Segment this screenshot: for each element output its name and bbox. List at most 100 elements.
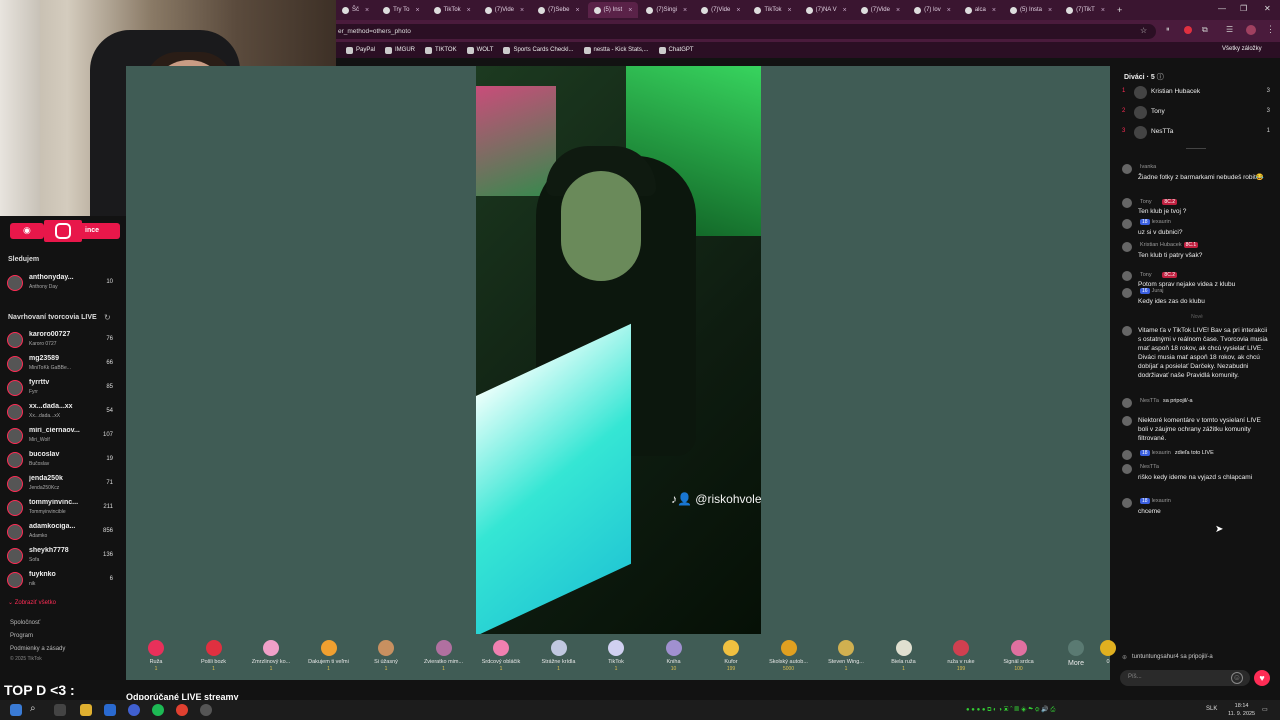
new-tab-icon[interactable]: + — [1117, 5, 1122, 15]
creator-item[interactable]: sheykh7778 Sofa 136 — [7, 545, 115, 567]
tab-close-icon[interactable]: × — [365, 7, 369, 14]
chat-username[interactable]: 18 lexaurin zdieľa toto LIVE — [1138, 450, 1214, 456]
top-viewer[interactable]: 3 NesTTa 1 — [1120, 124, 1274, 142]
bookmark-item[interactable]: WOLT — [466, 46, 493, 54]
chat-username[interactable]: Tony 8C.2 — [1138, 271, 1177, 278]
tab-close-icon[interactable]: × — [520, 7, 524, 14]
discord-icon[interactable] — [128, 704, 140, 716]
tab-close-icon[interactable]: × — [992, 7, 996, 14]
browser-tab[interactable]: (7)NA V × — [800, 2, 853, 18]
gift-item[interactable]: TikTok 1 — [588, 640, 644, 676]
tab-close-icon[interactable]: × — [788, 7, 792, 14]
creator-item[interactable]: karoro00727 Karoro 0727 76 — [7, 329, 115, 351]
bookmark-item[interactable]: PayPal — [346, 46, 375, 54]
footer-link[interactable]: Program — [10, 633, 33, 639]
browser-tab[interactable]: TikTok × — [428, 2, 477, 18]
minimize-icon[interactable]: — — [1218, 4, 1226, 13]
creator-item[interactable]: xx...dada...xx Xx...dada...xX 54 — [7, 401, 115, 423]
tab-close-icon[interactable]: × — [843, 7, 847, 14]
refresh-icon[interactable]: ↻ — [104, 313, 111, 322]
url-field[interactable]: er_method=others_photo — [336, 24, 1156, 39]
show-all-link[interactable]: ⌄ Zobraziť všetko — [8, 599, 56, 606]
tab-close-icon[interactable]: × — [1048, 7, 1052, 14]
browser-tab[interactable]: TikTok × — [748, 2, 797, 18]
bookmark-item[interactable]: TIKTOK — [425, 46, 457, 54]
windows-start-icon[interactable] — [10, 704, 22, 716]
creator-item[interactable]: bucoslav Bučoslav 19 — [7, 449, 115, 471]
gift-item[interactable]: Zmrzlinový ko... 1 — [243, 640, 299, 676]
tab-close-icon[interactable]: × — [467, 7, 471, 14]
spotify-icon[interactable] — [152, 704, 164, 716]
obs-icon[interactable] — [200, 704, 212, 716]
browser-tab[interactable]: (7)Vide × — [479, 2, 530, 18]
chat-username[interactable]: 18 lexaurin — [1138, 498, 1171, 504]
language-indicator[interactable]: SLK — [1206, 706, 1217, 712]
gift-item[interactable]: Srdcový obláčik 1 — [473, 640, 529, 676]
gift-item[interactable]: Školský autob... 5000 — [761, 640, 817, 676]
task-view-icon[interactable] — [54, 704, 66, 716]
notifications-icon[interactable]: ▭ — [1262, 706, 1268, 713]
live-video[interactable]: ♪👤 @riskohvole — [476, 66, 761, 636]
info-icon[interactable]: ⓘ — [1157, 74, 1164, 81]
bookmark-star-icon[interactable]: ☆ — [1140, 26, 1147, 35]
browser-tab[interactable]: (7) lov × — [908, 2, 957, 18]
extensions-icon[interactable]: ⏸ — [1166, 26, 1170, 34]
top-viewer[interactable]: 2 Tony 3 — [1120, 104, 1274, 122]
gift-item[interactable]: Zvieratko mim... 1 — [416, 640, 472, 676]
chat-username[interactable]: Ivanka — [1138, 164, 1156, 170]
tab-close-icon[interactable]: × — [415, 7, 419, 14]
gift-item[interactable]: Steven Wing... 1 — [818, 640, 874, 676]
chat-username[interactable]: Tony 8C.2 — [1138, 198, 1177, 205]
chrome-icon[interactable] — [176, 704, 188, 716]
file-explorer-icon[interactable] — [80, 704, 92, 716]
browser-tab[interactable]: (7)Sebe × — [532, 2, 585, 18]
tab-close-icon[interactable]: × — [947, 7, 951, 14]
emoji-icon[interactable]: ☺ — [1231, 672, 1243, 684]
chat-username[interactable]: NesTTa — [1138, 464, 1159, 470]
browser-tab[interactable]: (5) Inst × — [587, 2, 639, 18]
tab-close-icon[interactable]: × — [896, 7, 900, 14]
close-window-icon[interactable]: ✕ — [1264, 4, 1271, 13]
all-bookmarks[interactable]: Všetky záložky — [1222, 46, 1262, 52]
chat-username[interactable]: 18 lexaurin — [1138, 219, 1171, 225]
creator-item[interactable]: mg23589 MiniToKk GaBBe... 66 — [7, 353, 115, 375]
tab-close-icon[interactable]: × — [575, 7, 579, 14]
record-icon[interactable] — [1184, 26, 1192, 34]
media-icon[interactable]: ☰ — [1226, 25, 1233, 34]
gift-item[interactable]: Ruža 1 — [128, 640, 184, 676]
browser-tab[interactable]: (7)Singi × — [640, 2, 693, 18]
browser-tab[interactable]: (7)Vide × — [855, 2, 906, 18]
footer-link[interactable]: Podmienky a zásady — [10, 646, 65, 652]
browser-tab[interactable]: alca × — [959, 2, 1002, 18]
footer-link[interactable]: Spoločnosť — [10, 620, 40, 626]
maximize-icon[interactable]: ❐ — [1240, 4, 1247, 13]
browser-tab[interactable]: (5) Insta × — [1004, 2, 1058, 18]
tab-close-icon[interactable]: × — [683, 7, 687, 14]
like-heart-button[interactable]: ♥ — [1254, 670, 1270, 686]
browser-tab[interactable]: Try To × — [377, 2, 425, 18]
chat-username[interactable]: 16 Juraj — [1138, 288, 1163, 294]
creator-item[interactable]: tommyinvinc... Tommyinvincible 211 — [7, 497, 115, 519]
gift-item[interactable]: Kufor 199 — [703, 640, 759, 676]
creator-item[interactable]: miri_ciernaov... Miri_Wolf 107 — [7, 425, 115, 447]
tab-close-icon[interactable]: × — [736, 7, 740, 14]
store-icon[interactable] — [104, 704, 116, 716]
creator-item[interactable]: jenda250k Jenda250Kcz 71 — [7, 473, 115, 495]
tray-icons[interactable]: ● ● ● ● ⧉ ◐ ◑ ▣ ⌃ ▤ ◈ ☁ ⚙ 🔊 ⎙ — [966, 706, 1055, 714]
chat-username[interactable]: NesTTa sa pripojil/-a — [1138, 398, 1193, 404]
gift-item[interactable]: Strážne krídla 1 — [531, 640, 587, 676]
clock[interactable]: 18:14 11. 9. 2025 — [1228, 702, 1255, 718]
tab-close-icon[interactable]: × — [1101, 7, 1105, 14]
browser-tab[interactable]: Šč × — [336, 2, 375, 18]
puzzle-icon[interactable]: ⧉ — [1202, 25, 1208, 35]
browser-tab[interactable]: (7)Vide × — [695, 2, 746, 18]
gift-item[interactable]: Kniha 10 — [646, 640, 702, 676]
gift-item[interactable]: Si úžasný 1 — [358, 640, 414, 676]
browser-tab[interactable]: (7)TikT × — [1060, 2, 1111, 18]
menu-icon[interactable]: ⋮ — [1266, 24, 1275, 35]
chat-username[interactable]: Kristian Hubacek 8C.1 — [1138, 242, 1199, 248]
creator-item[interactable]: fuyknko nik 6 — [7, 569, 115, 591]
gift-item[interactable]: Pošli bozk 1 — [186, 640, 242, 676]
top-viewer[interactable]: 1 Kristian Hubacek 3 — [1120, 84, 1274, 102]
gift-item[interactable]: Biela ruža 1 — [876, 640, 932, 676]
